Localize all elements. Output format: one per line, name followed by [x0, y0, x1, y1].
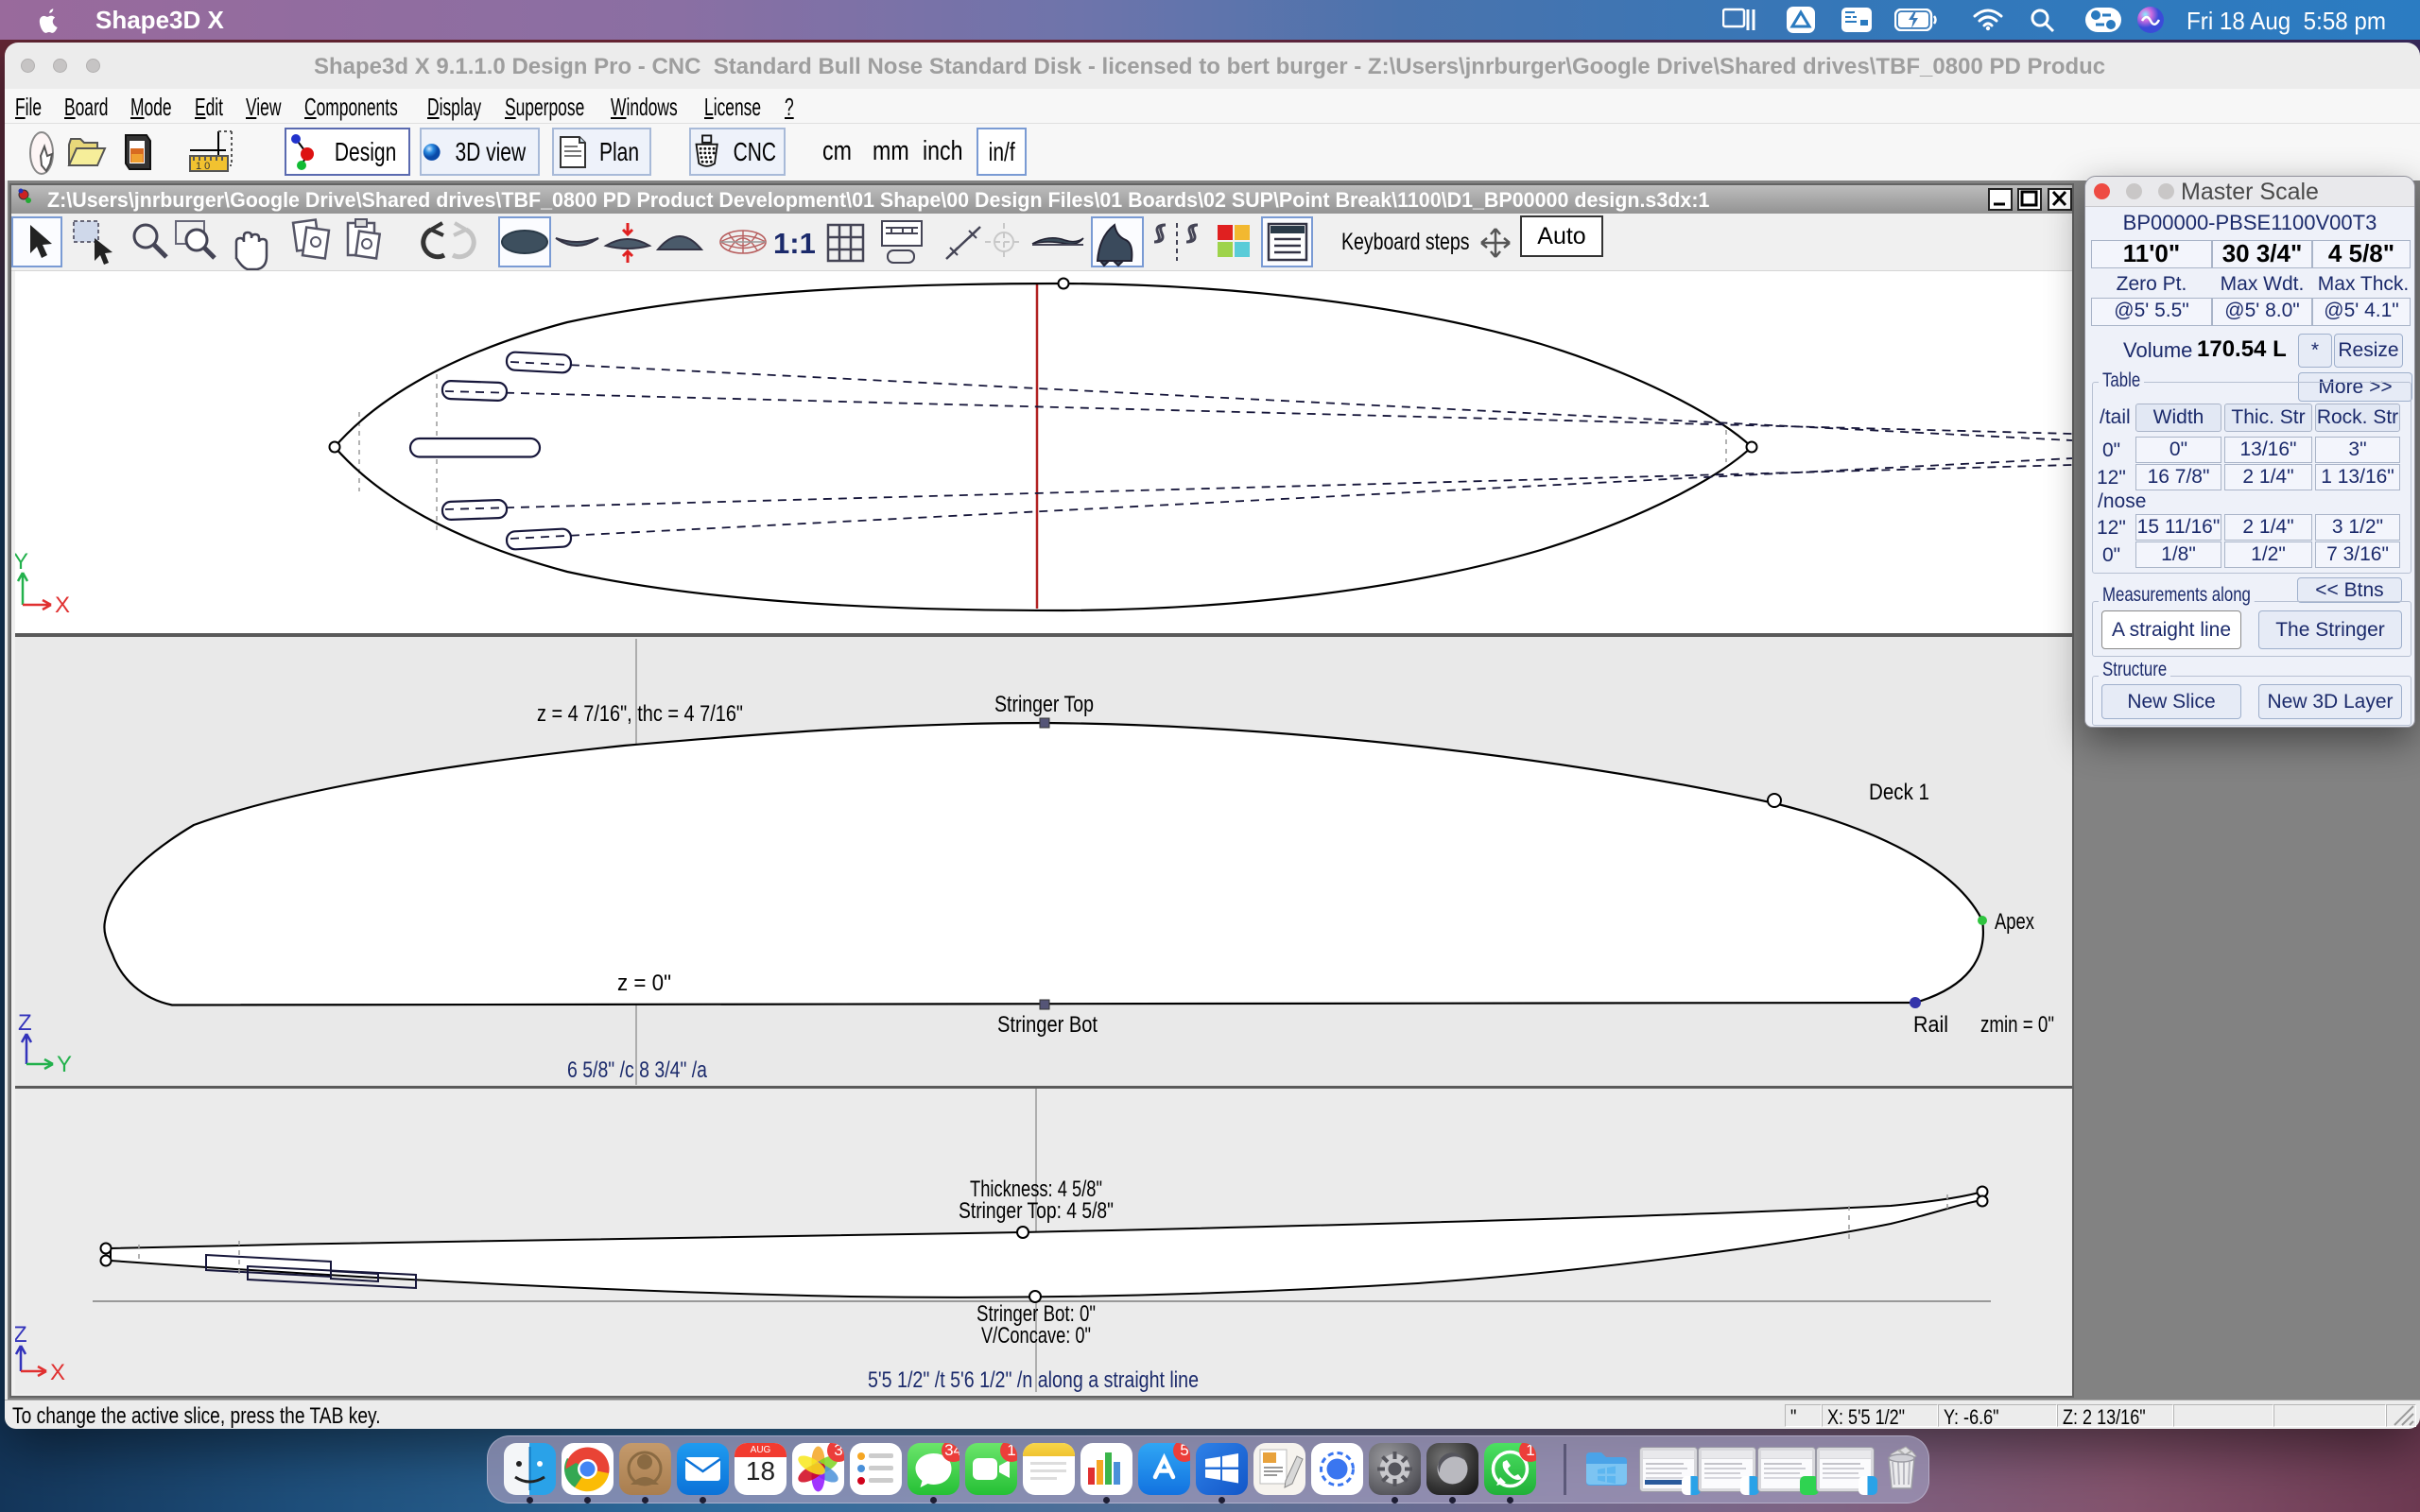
svg-text:X: X: [55, 593, 70, 618]
svg-text:X: X: [50, 1360, 65, 1385]
svg-text:Z: Z: [15, 1322, 27, 1348]
svg-text:Y: Y: [15, 549, 28, 575]
svg-text:1:1: 1:1: [773, 227, 816, 260]
svg-text:Rail: Rail: [1913, 1012, 1948, 1038]
svg-text:z = 4 7/16", thc = 4 7/16": z = 4 7/16", thc = 4 7/16": [537, 701, 743, 727]
svg-text:Apex: Apex: [1995, 909, 2034, 935]
svg-text:Stringer Top: 4 5/8": Stringer Top: 4 5/8": [959, 1198, 1114, 1224]
svg-text:z = 0": z = 0": [617, 971, 671, 996]
svg-text:Deck 1: Deck 1: [1869, 780, 1929, 805]
svg-text:zmin = 0": zmin = 0": [1980, 1012, 2054, 1038]
svg-text:Stringer Top: Stringer Top: [994, 692, 1094, 717]
svg-text:Stringer Bot: Stringer Bot: [997, 1012, 1098, 1038]
svg-text:Z: Z: [18, 1010, 32, 1036]
svg-text:V/Concave: 0": V/Concave: 0": [981, 1323, 1091, 1349]
svg-text:1 0: 1 0: [196, 161, 210, 172]
svg-text:5'5 1/2" /t 5'6 1/2" /n along: 5'5 1/2" /t 5'6 1/2" /n along a straight…: [868, 1367, 1199, 1393]
svg-text:6 5/8" /c 8 3/4" /a: 6 5/8" /c 8 3/4" /a: [567, 1057, 708, 1083]
svg-text:Y: Y: [57, 1052, 72, 1077]
